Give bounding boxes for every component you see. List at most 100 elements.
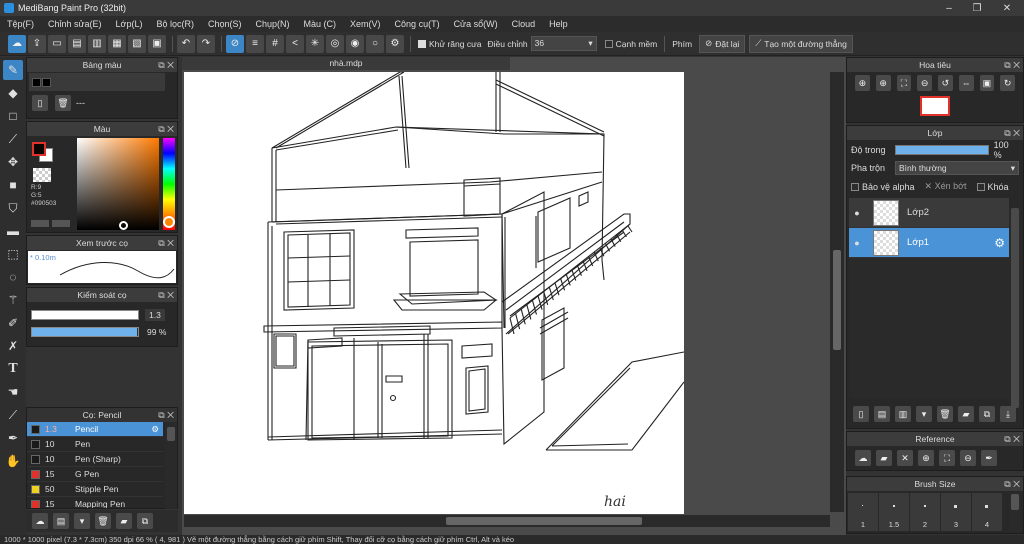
new-8bit-layer-icon[interactable]: ▥: [895, 406, 911, 422]
bucket-tool-icon[interactable]: ⛉: [3, 198, 23, 218]
restore-button[interactable]: ❐: [962, 0, 992, 16]
move-tool-icon[interactable]: ✥: [3, 152, 23, 172]
brush-size-preset[interactable]: 3: [941, 493, 971, 531]
brush-list-item[interactable]: 15 Mapping Pen: [27, 497, 163, 508]
curve-snap-icon[interactable]: ◉: [346, 34, 364, 53]
menu-tools[interactable]: Công cụ(T): [388, 19, 447, 29]
hand-tool-icon[interactable]: ✋: [3, 451, 23, 471]
panel-icon[interactable]: ▦: [108, 34, 126, 53]
no-snap-icon[interactable]: ⊘: [226, 34, 244, 53]
lasso-tool-icon[interactable]: ◌: [3, 267, 23, 287]
select-pen-tool-icon[interactable]: ✐: [3, 313, 23, 333]
eraser-tool-icon[interactable]: ◆: [3, 83, 23, 103]
brush-tool-icon[interactable]: ✎: [3, 60, 23, 80]
redo-icon[interactable]: ↷: [197, 34, 215, 53]
menu-layer[interactable]: Lớp(L): [109, 19, 150, 29]
layer-row-selected[interactable]: ● Lớp1 ⚙: [849, 228, 1009, 258]
layer-folder-icon[interactable]: ▰: [958, 406, 974, 422]
zoom-in-icon[interactable]: ⊕: [875, 75, 891, 91]
straight-line-button[interactable]: ⟋ Tạo một đường thẳng: [749, 34, 853, 53]
cloud-upload-icon[interactable]: ☁: [855, 450, 871, 466]
fit-icon[interactable]: ⛶: [939, 450, 955, 466]
menu-window[interactable]: Cửa sổ(W): [447, 19, 505, 29]
brush-menu-icon[interactable]: ▾: [74, 513, 90, 529]
layer-row[interactable]: ● Lớp2: [849, 198, 1009, 228]
brush-size-preset[interactable]: 1: [848, 493, 878, 531]
message-icon[interactable]: ▤: [68, 34, 86, 53]
circle-snap-icon[interactable]: ◎: [326, 34, 344, 53]
duplicate-layer-icon[interactable]: ⧉: [979, 406, 995, 422]
color-picker-cursor[interactable]: [119, 221, 128, 230]
delete-layer-icon[interactable]: 🗑: [937, 406, 953, 422]
menu-filter[interactable]: Bộ lọc(R): [149, 19, 201, 29]
panel-controls-icon[interactable]: ⧉ ✕: [1004, 477, 1020, 491]
text-tool-icon[interactable]: T: [3, 359, 23, 379]
brush-list-item[interactable]: 50 Stipple Pen: [27, 482, 163, 497]
new-palette-icon[interactable]: ▯: [32, 95, 48, 111]
scrollbar-thumb[interactable]: [1011, 208, 1019, 408]
reset-view-icon[interactable]: ▣: [979, 75, 995, 91]
panel-controls-icon[interactable]: ⧉ ✕: [1004, 58, 1020, 72]
panel-controls-icon[interactable]: ⧉ ✕: [1004, 432, 1020, 446]
delete-palette-icon[interactable]: 🗑: [55, 95, 71, 111]
frame-icon[interactable]: ▣: [148, 34, 166, 53]
foreground-color-swatch[interactable]: [32, 142, 46, 156]
brush-list-item[interactable]: 10 Pen: [27, 437, 163, 452]
color-mode-button[interactable]: [31, 220, 49, 227]
menu-snap[interactable]: Chụp(N): [249, 19, 297, 29]
cross-snap-icon[interactable]: #: [266, 34, 284, 53]
layer-settings-gear-icon[interactable]: ⚙: [994, 236, 1005, 250]
soft-edge-checkbox[interactable]: Cạnh mềm: [604, 39, 657, 49]
color-mode-button[interactable]: [52, 220, 70, 227]
grid-icon[interactable]: ▧: [128, 34, 146, 53]
parallel-snap-icon[interactable]: ≡: [246, 34, 264, 53]
panel-controls-icon[interactable]: ⧉ ✕: [158, 122, 174, 136]
protect-alpha-checkbox[interactable]: Bảo vệ alpha: [851, 182, 915, 192]
canvas-horizontal-scrollbar[interactable]: [184, 515, 830, 527]
zoom-out-icon[interactable]: ⊖: [960, 450, 976, 466]
duplicate-icon[interactable]: ⧉: [137, 513, 153, 529]
brush-list-item[interactable]: 10 Pen (Sharp): [27, 452, 163, 467]
brush-size-preset[interactable]: 1.5: [879, 493, 909, 531]
select-tool-icon[interactable]: ⬚: [3, 244, 23, 264]
panel-controls-icon[interactable]: ⧉ ✕: [158, 408, 174, 422]
undo-icon[interactable]: ↶: [177, 34, 195, 53]
menu-view[interactable]: Xem(V): [343, 19, 388, 29]
brush-size-scrollbar[interactable]: [1009, 492, 1021, 532]
visibility-eye-icon[interactable]: ●: [849, 208, 865, 218]
zoom-in-icon[interactable]: ⊕: [918, 450, 934, 466]
layer-opacity-slider[interactable]: [894, 145, 989, 155]
ellipse-snap-icon[interactable]: ○: [366, 34, 384, 53]
visibility-eye-icon[interactable]: ●: [849, 238, 865, 248]
clipping-checkbox[interactable]: ✕ Xén bớt: [925, 181, 967, 192]
panel-controls-icon[interactable]: ⧉ ✕: [158, 58, 174, 72]
navigator-thumbnail[interactable]: [920, 96, 950, 116]
menu-edit[interactable]: Chỉnh sửa(E): [41, 19, 109, 29]
brush-list-item[interactable]: 15 G Pen: [27, 467, 163, 482]
lock-checkbox[interactable]: Khóa: [976, 182, 1009, 192]
rotate-left-icon[interactable]: ↺: [938, 75, 953, 91]
scrollbar-thumb[interactable]: [167, 427, 175, 441]
export-icon[interactable]: ⇪: [28, 34, 46, 53]
menu-file[interactable]: Tệp(F): [0, 19, 41, 29]
palette-swatch[interactable]: [32, 77, 41, 87]
brush-list-scrollbar[interactable]: [165, 423, 177, 509]
fit-icon[interactable]: ⛶: [896, 75, 912, 91]
drawing-canvas[interactable]: hai: [184, 71, 685, 514]
new-halftone-layer-icon[interactable]: ▤: [874, 406, 890, 422]
add-layer-menu-icon[interactable]: ▾: [916, 406, 932, 422]
document-icon[interactable]: ▥: [88, 34, 106, 53]
eyedropper-icon[interactable]: ✒: [981, 450, 997, 466]
panel-controls-icon[interactable]: ⧉ ✕: [158, 236, 174, 250]
scrollbar-thumb[interactable]: [446, 517, 642, 525]
brush-size-slider[interactable]: [31, 310, 139, 320]
cloud-icon[interactable]: ☁: [8, 34, 26, 53]
menu-color[interactable]: Màu (C): [297, 19, 344, 29]
select-eraser-tool-icon[interactable]: ✗: [3, 336, 23, 356]
brush-size-value[interactable]: 1.3: [145, 309, 165, 321]
operation-tool-icon[interactable]: ☚: [3, 382, 23, 402]
folder-icon[interactable]: ▰: [116, 513, 132, 529]
document-tab[interactable]: nhà.mdp: [182, 57, 510, 70]
gradient-tool-icon[interactable]: ▬: [3, 221, 23, 241]
close-button[interactable]: ✕: [992, 0, 1022, 16]
